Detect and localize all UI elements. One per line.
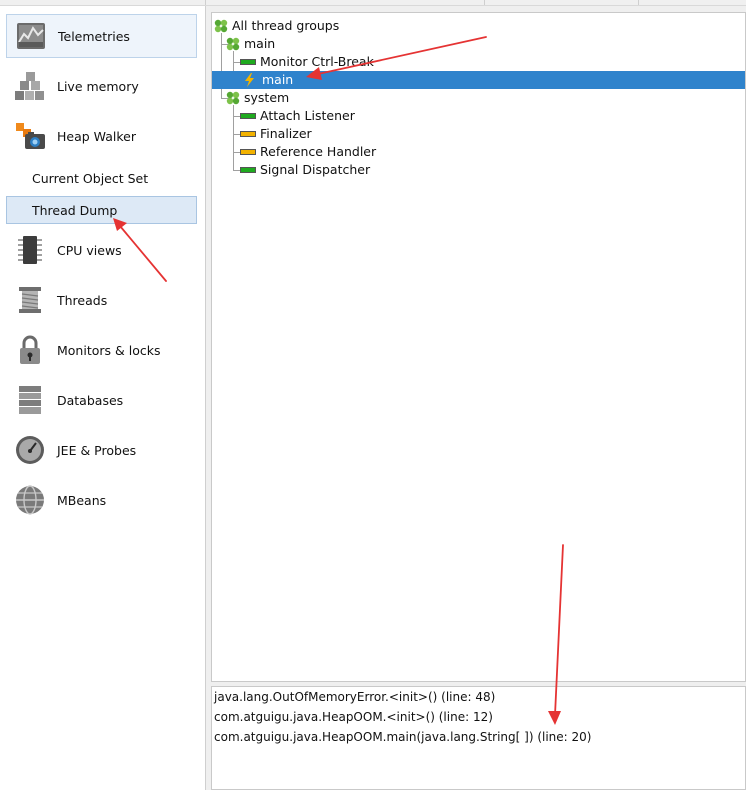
live-memory-icon <box>15 72 44 100</box>
tree-node-thread[interactable]: Monitor Ctrl-Break <box>240 53 374 71</box>
thread-tree[interactable]: All thread groups main Monitor Ctrl-Brea… <box>211 12 746 682</box>
tree-connector <box>233 105 234 171</box>
sidebar-subitem-label: Current Object Set <box>32 170 149 186</box>
thread-waiting-indicator <box>240 149 256 155</box>
heap-walker-icon <box>16 123 45 149</box>
thread-running-indicator <box>240 113 256 119</box>
tree-node-label: Finalizer <box>260 126 312 141</box>
tree-node-label: system <box>244 90 290 105</box>
tree-node-label: Reference Handler <box>260 144 377 159</box>
toolbar-separator <box>205 0 206 5</box>
tree-node-label: All thread groups <box>232 18 340 33</box>
sidebar-subitem-current-object-set[interactable]: Current Object Set <box>6 164 197 192</box>
tree-node-group-main[interactable]: main <box>226 35 275 53</box>
sidebar-item-label: Databases <box>57 392 124 408</box>
sidebar-subitem-thread-dump[interactable]: Thread Dump <box>6 196 197 224</box>
threads-icon <box>19 287 41 313</box>
thread-group-icon <box>226 37 240 51</box>
sidebar-item-databases[interactable]: Databases <box>6 378 197 422</box>
tree-node-thread[interactable]: Attach Listener <box>240 107 355 125</box>
sidebar-item-heap-walker[interactable]: Heap Walker <box>6 114 197 158</box>
sidebar-item-label: JEE & Probes <box>57 442 137 458</box>
tree-node-thread[interactable]: Signal Dispatcher <box>240 161 370 179</box>
telemetries-icon <box>17 23 45 49</box>
thread-running-indicator <box>240 59 256 65</box>
lock-icon <box>20 335 40 364</box>
sidebar-item-monitors-locks[interactable]: Monitors & locks <box>6 328 197 372</box>
sidebar-item-mbeans[interactable]: MBeans <box>6 478 197 522</box>
thread-running-indicator <box>240 167 256 173</box>
sidebar-item-cpu-views[interactable]: CPU views <box>6 228 197 272</box>
cpu-views-icon <box>18 236 42 264</box>
tree-node-group-system[interactable]: system <box>226 89 289 107</box>
sidebar-item-label: Threads <box>57 292 108 308</box>
tree-node-thread[interactable]: Reference Handler <box>240 143 376 161</box>
sidebar-item-label: Heap Walker <box>57 128 136 144</box>
databases-icon <box>19 386 41 414</box>
sidebar-subitem-label: Thread Dump <box>32 202 118 218</box>
lightning-icon <box>245 73 254 87</box>
tree-node-label: Monitor Ctrl-Break <box>260 54 374 69</box>
sidebar-item-label: Live memory <box>57 78 139 94</box>
view-sidebar: Telemetries Live memory Heap Walker Curr… <box>0 6 206 790</box>
sidebar-item-label: CPU views <box>57 242 122 258</box>
thread-group-icon <box>226 91 240 105</box>
tree-connector <box>221 33 222 99</box>
globe-icon <box>16 485 44 515</box>
sidebar-item-label: Telemetries <box>58 28 130 44</box>
sidebar-item-threads[interactable]: Threads <box>6 278 197 322</box>
toolbar-separator <box>484 0 485 5</box>
gauge-icon <box>16 436 44 464</box>
sidebar-item-telemetries[interactable]: Telemetries <box>6 14 197 58</box>
sidebar-item-live-memory[interactable]: Live memory <box>6 64 197 108</box>
tree-node-root[interactable]: All thread groups <box>214 17 339 35</box>
sidebar-item-jee-probes[interactable]: JEE & Probes <box>6 428 197 472</box>
thread-group-icon <box>214 19 228 33</box>
tree-node-label: main <box>262 72 294 87</box>
stack-trace-panel[interactable]: java.lang.OutOfMemoryError.<init>() (lin… <box>211 686 746 790</box>
tree-node-label: main <box>244 36 276 51</box>
tree-node-label: Attach Listener <box>260 108 355 123</box>
stack-frame[interactable]: com.atguigu.java.HeapOOM.main(java.lang.… <box>214 727 591 747</box>
stack-frame[interactable]: com.atguigu.java.HeapOOM.<init>() (line:… <box>214 707 493 727</box>
sidebar-item-label: Monitors & locks <box>57 342 161 358</box>
toolbar-separator <box>638 0 639 5</box>
stack-frame[interactable]: java.lang.OutOfMemoryError.<init>() (lin… <box>214 687 495 707</box>
sidebar-item-label: MBeans <box>57 492 107 508</box>
tree-node-label: Signal Dispatcher <box>260 162 371 177</box>
tree-node-thread[interactable]: Finalizer <box>240 125 312 143</box>
thread-waiting-indicator <box>240 131 256 137</box>
tree-node-thread-selected[interactable]: main <box>212 71 745 89</box>
